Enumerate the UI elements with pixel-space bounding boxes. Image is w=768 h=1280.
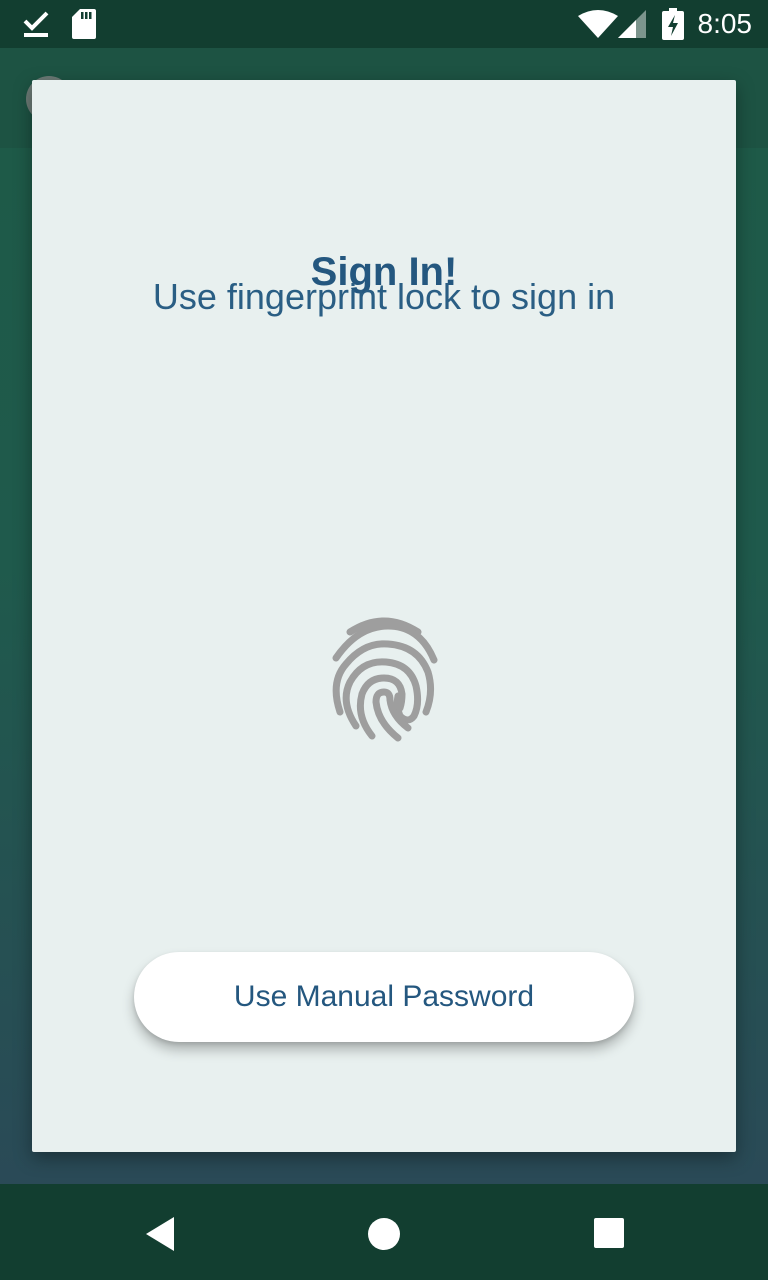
download-done-icon: [22, 9, 50, 44]
back-icon[interactable]: [142, 1214, 182, 1254]
recents-icon[interactable]: [590, 1214, 630, 1254]
status-bar: 8:05: [0, 0, 768, 48]
sd-card-icon: [72, 9, 96, 44]
navigation-bar: [0, 1184, 768, 1280]
manual-password-button[interactable]: Use Manual Password: [134, 952, 634, 1042]
home-icon[interactable]: [364, 1214, 404, 1254]
cell-signal-icon: [618, 10, 648, 43]
dialog-subtitle: Use fingerprint lock to sign in: [152, 276, 616, 317]
wifi-icon: [578, 10, 618, 43]
status-time: 8:05: [697, 8, 753, 39]
fingerprint-dialog: Sign In! Use fingerprint lock to sign in…: [32, 80, 736, 1152]
battery-charging-icon: [662, 8, 684, 45]
fingerprint-icon[interactable]: [328, 612, 440, 744]
